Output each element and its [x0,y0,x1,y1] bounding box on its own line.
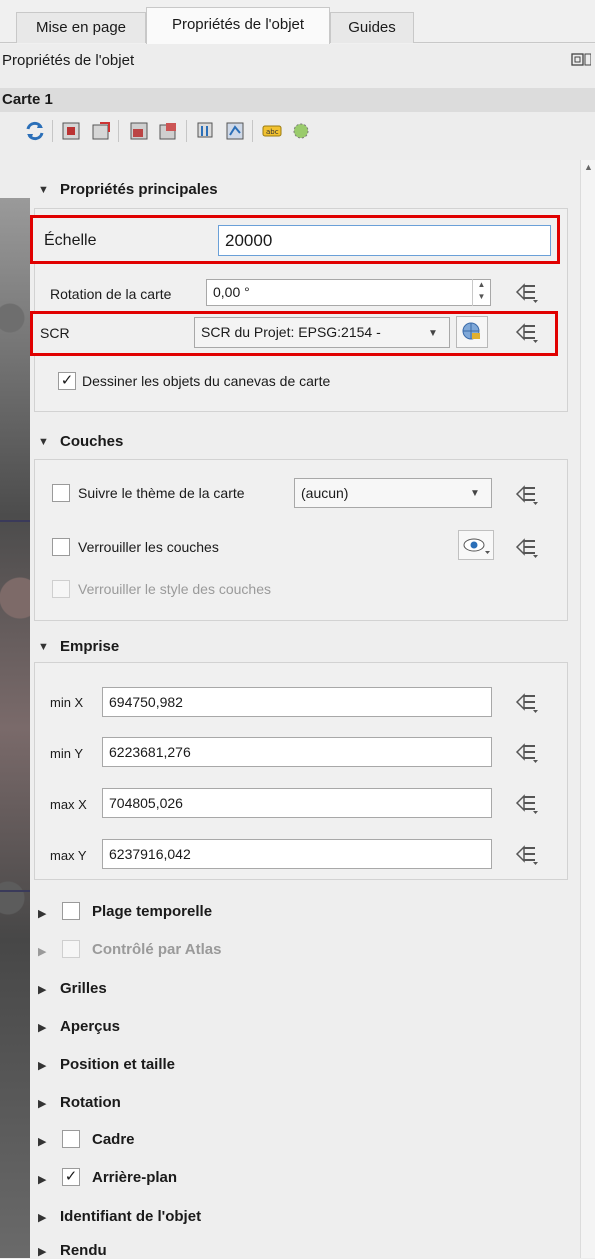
crs-label: SCR [40,325,70,341]
extent-max-y-input[interactable]: 6237916,042 [102,839,492,869]
section-grids[interactable]: Grilles [60,980,107,997]
collapsed-triangle-icon[interactable]: ▶ [38,1245,46,1258]
scroll-up-arrow-icon[interactable]: ▲ [584,162,593,172]
data-defined-override-icon[interactable] [514,792,540,814]
collapsed-triangle-icon[interactable]: ▶ [38,1021,46,1034]
section-item-id[interactable]: Identifiant de l'objet [60,1208,201,1225]
section-atlas-controlled[interactable]: Contrôlé par Atlas [92,941,221,958]
map-road [0,890,30,892]
section-rotation[interactable]: Rotation [60,1094,121,1111]
rotation-input[interactable]: 0,00 ° [206,279,491,306]
data-defined-override-icon[interactable] [514,741,540,763]
scale-label: Échelle [44,232,97,249]
view-scale-icon[interactable] [157,120,179,142]
view-extent-in-canvas-icon[interactable] [90,120,112,142]
toolbar-separator [52,120,53,142]
expand-triangle-icon[interactable]: ▼ [38,184,49,196]
section-layers[interactable]: Couches [60,433,123,450]
map-canvas-background [0,198,30,1258]
data-defined-override-icon[interactable] [514,536,540,558]
extent-label: max X [50,797,87,812]
map-road [0,520,30,522]
toolbar-separator [186,120,187,142]
section-rendering[interactable]: Rendu [60,1242,107,1259]
tab-item-properties[interactable]: Propriétés de l'objet [146,7,330,44]
collapsed-triangle-icon[interactable]: ▶ [38,907,46,920]
collapsed-triangle-icon[interactable]: ▶ [38,1211,46,1224]
toolbar-separator [252,120,253,142]
data-defined-override-icon[interactable] [514,843,540,865]
collapsed-triangle-icon[interactable]: ▶ [38,1135,46,1148]
item-header-bar [0,88,595,112]
tab-guides[interactable]: Guides [330,12,414,43]
tab-mise-en-page[interactable]: Mise en page [16,12,146,43]
data-defined-override-icon[interactable] [514,483,540,505]
move-content-icon[interactable] [195,120,217,142]
collapsed-triangle-icon[interactable]: ▶ [38,1059,46,1072]
lock-layers-label: Verrouiller les couches [78,539,219,555]
extent-label: min Y [50,746,83,761]
crs-combobox[interactable]: SCR du Projet: EPSG:2154 - [194,317,450,348]
lock-styles-label: Verrouiller le style des couches [78,581,271,597]
layer-visibility-button[interactable] [458,530,494,560]
collapsed-triangle-icon[interactable]: ▶ [38,983,46,996]
section-main-properties[interactable]: Propriétés principales [60,181,218,198]
section-frame[interactable]: Cadre [92,1131,135,1148]
theme-combobox[interactable]: (aucun) [294,478,492,508]
refresh-icon[interactable] [24,120,46,142]
follow-theme-label: Suivre le thème de la carte [78,485,245,501]
section-temporal-range[interactable]: Plage temporelle [92,903,212,920]
label-settings-icon[interactable]: abc [261,120,283,142]
lock-styles-checkbox[interactable] [52,580,70,598]
section-background[interactable]: Arrière-plan [92,1169,177,1186]
rotation-label: Rotation de la carte [50,286,172,302]
expand-triangle-icon[interactable]: ▼ [38,436,49,448]
draw-objects-label: Dessiner les objets du canevas de carte [82,373,331,389]
item-title: Carte 1 [2,91,53,108]
float-panel-icon[interactable] [571,52,592,68]
vertical-scrollbar[interactable] [580,160,595,1258]
toolbar-separator [118,120,119,142]
data-defined-override-icon[interactable] [514,321,540,343]
eye-icon [463,538,490,554]
data-defined-override-icon[interactable] [514,281,540,303]
follow-theme-checkbox[interactable] [52,484,70,502]
expand-triangle-icon[interactable]: ▼ [38,641,49,653]
lock-layers-checkbox[interactable] [52,538,70,556]
panel-title: Propriétés de l'objet [2,52,135,69]
set-extent-to-canvas-icon[interactable] [60,120,82,142]
extent-min-y-input[interactable]: 6223681,276 [102,737,492,767]
scale-input[interactable]: 20000 [218,225,551,256]
data-defined-override-icon[interactable] [514,691,540,713]
section-position-size[interactable]: Position et taille [60,1056,175,1073]
extent-min-x-input[interactable]: 694750,982 [102,687,492,717]
atlas-checkbox[interactable] [62,940,80,958]
svg-text:abc: abc [266,128,279,136]
rotation-spinbox-arrows[interactable]: ▲ ▼ [472,279,490,306]
edit-nodes-icon[interactable] [224,120,246,142]
chevron-down-icon[interactable]: ▼ [428,328,438,339]
extent-label: max Y [50,848,87,863]
collapsed-triangle-icon[interactable]: ▶ [38,1173,46,1186]
section-overviews[interactable]: Aperçus [60,1018,120,1035]
atlas-settings-icon[interactable] [290,120,312,142]
background-checkbox[interactable]: ✓ [62,1168,80,1186]
extent-max-x-input[interactable]: 704805,026 [102,788,492,818]
collapsed-triangle-icon[interactable]: ▶ [38,1097,46,1110]
section-extent[interactable]: Emprise [60,638,119,655]
temporal-checkbox[interactable] [62,902,80,920]
extent-label: min X [50,695,84,710]
draw-objects-checkbox[interactable]: ✓ [58,372,76,390]
frame-checkbox[interactable] [62,1130,80,1148]
set-scale-icon[interactable] [128,120,150,142]
chevron-down-icon[interactable]: ▼ [470,488,480,499]
crs-select-button[interactable] [456,316,488,348]
collapsed-triangle-icon: ▶ [38,946,47,958]
globe-icon [462,322,480,340]
